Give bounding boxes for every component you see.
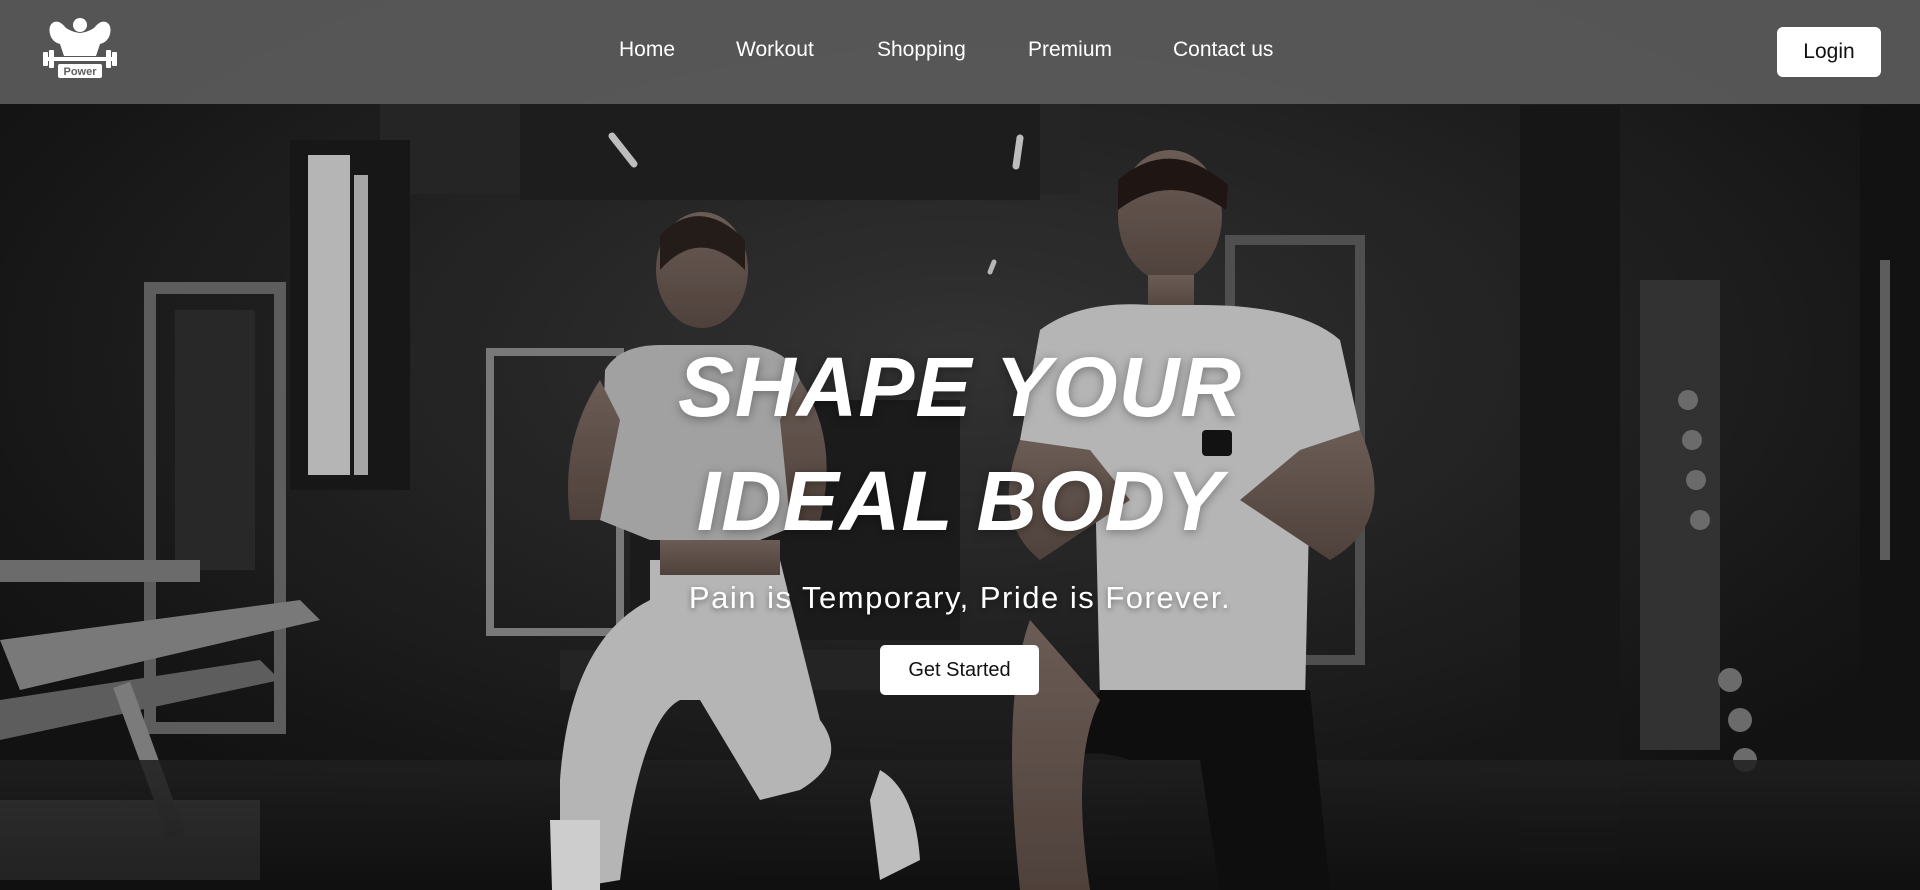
get-started-button[interactable]: Get Started xyxy=(880,645,1039,695)
hero-subtitle: Pain is Temporary, Pride is Forever. xyxy=(688,580,1232,615)
logo-text: Power xyxy=(63,66,97,78)
nav-shopping[interactable]: Shopping xyxy=(877,38,966,62)
nav-contact-us[interactable]: Contact us xyxy=(1173,38,1273,62)
hero-title-line-2: IDEAL BODY xyxy=(696,454,1224,548)
nav-workout[interactable]: Workout xyxy=(736,38,814,62)
hero-title-line-1: SHAPE YOUR xyxy=(678,340,1242,434)
hero-title: SHAPE YOUR IDEAL BODY xyxy=(560,330,1360,558)
landing-page: Power Home Workout Shopping Premium Cont… xyxy=(0,0,1920,890)
power-logo[interactable]: Power xyxy=(40,16,120,82)
top-navbar: Power Home Workout Shopping Premium Cont… xyxy=(0,0,1920,104)
login-button[interactable]: Login xyxy=(1777,27,1881,77)
nav-home[interactable]: Home xyxy=(619,38,675,62)
nav-premium[interactable]: Premium xyxy=(1028,38,1112,62)
